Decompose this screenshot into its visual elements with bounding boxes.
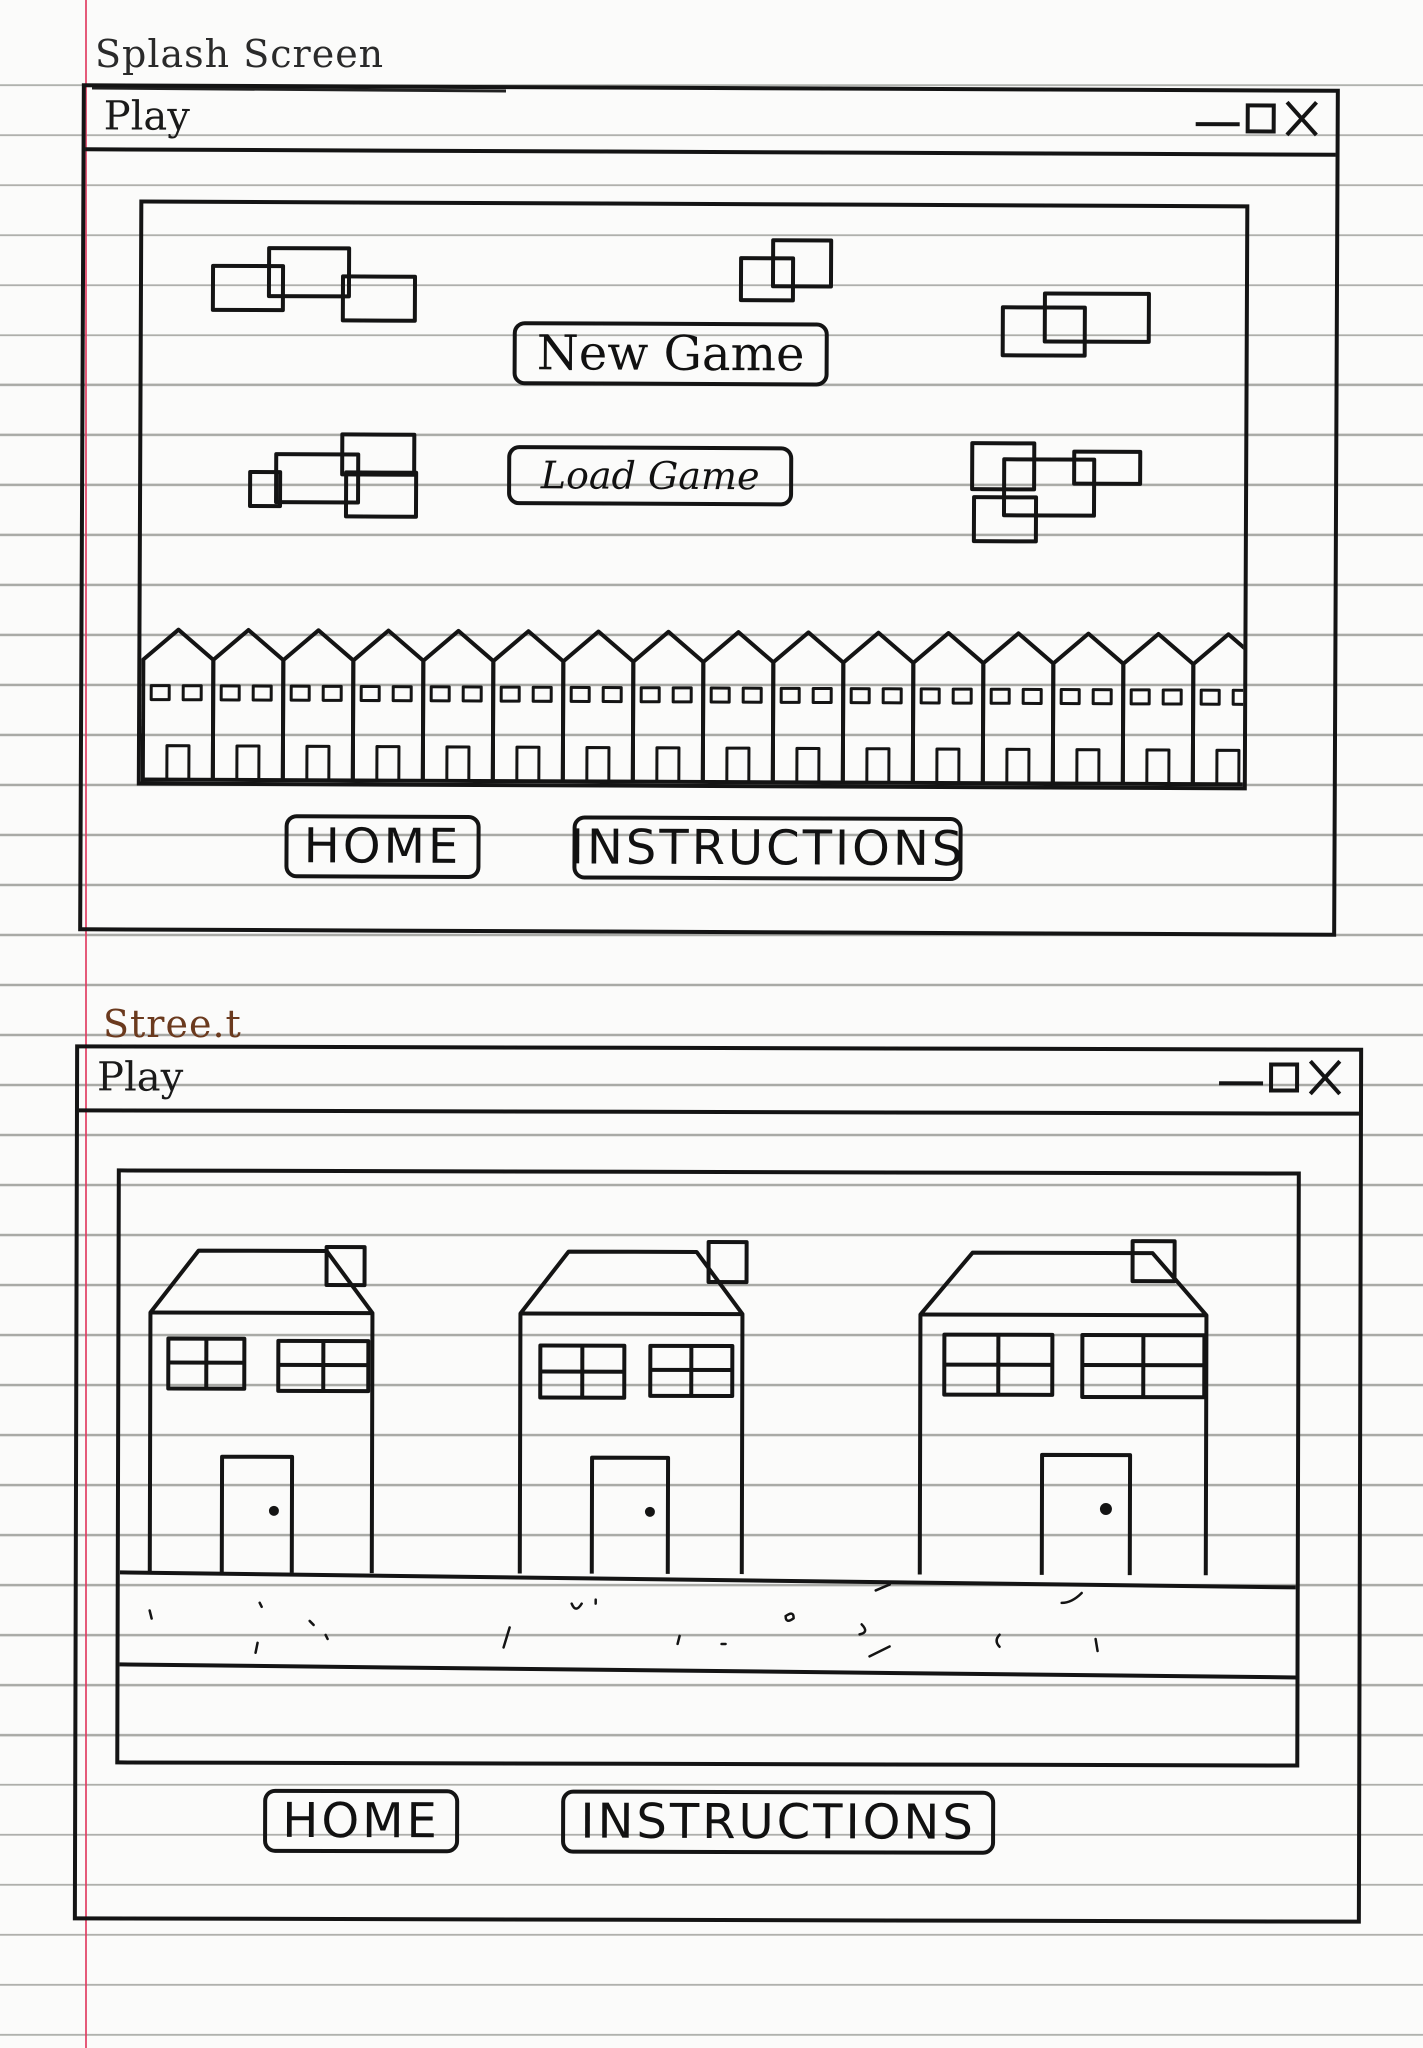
house-icon[interactable]: [517, 1239, 749, 1575]
house-icon: [280, 628, 356, 781]
home-button[interactable]: HOME: [284, 814, 481, 880]
home-button[interactable]: HOME: [263, 1788, 460, 1854]
house-icon: [910, 631, 986, 784]
cloud-icon: [248, 432, 419, 519]
house-icon: [350, 628, 426, 781]
house-icon: [770, 630, 846, 783]
cloud-icon: [210, 246, 418, 323]
maximize-icon[interactable]: [1245, 103, 1276, 134]
splash-canvas: New Game Load Game: [136, 199, 1250, 791]
house-icon: [1120, 631, 1196, 785]
house-icon: [630, 629, 706, 782]
house-row-baseline: [140, 777, 1250, 787]
instructions-button[interactable]: INSTRUCTIONS: [570, 815, 965, 882]
house-icon[interactable]: [147, 1244, 375, 1574]
cloud-icon: [738, 238, 834, 303]
minimize-icon[interactable]: [1219, 1081, 1264, 1086]
house-icon: [560, 629, 636, 782]
splash-window: Play New Game Load Game HOME INSTRUCTION…: [78, 83, 1340, 937]
window-controls: [1219, 1057, 1345, 1097]
cloud-icon: [970, 441, 1143, 544]
minimize-icon[interactable]: [1195, 122, 1240, 127]
maximize-icon[interactable]: [1269, 1062, 1300, 1093]
window-controls: [1195, 98, 1322, 139]
sheet-title-street: Stree.t: [103, 1002, 242, 1046]
house-icon: [840, 630, 916, 783]
load-game-button[interactable]: Load Game: [507, 445, 794, 507]
road-bottom-edge: [119, 1662, 1301, 1680]
street-scene: [119, 1239, 1301, 1680]
road-top-edge: [119, 1570, 1301, 1590]
window-titlebar: Play: [85, 87, 1336, 157]
house-icon: [700, 630, 776, 783]
close-icon[interactable]: [1282, 98, 1322, 138]
house-icon: [980, 631, 1056, 784]
house-icon: [420, 628, 496, 782]
house-icon: [1190, 632, 1250, 785]
cloud-icon: [1000, 291, 1151, 358]
house-icon: [1050, 631, 1126, 784]
close-icon[interactable]: [1305, 1058, 1345, 1098]
window-title: Play: [103, 93, 190, 140]
house-icon: [140, 627, 216, 780]
window-title: Play: [97, 1054, 184, 1101]
house-icon: [490, 629, 566, 782]
road-texture-marks: [148, 1583, 1099, 1658]
window-titlebar: Play: [78, 1048, 1360, 1116]
house-icon[interactable]: [917, 1239, 1209, 1576]
street-window: Play HOME INSTRUCTIONS: [72, 1044, 1364, 1924]
house-row: [140, 627, 1250, 787]
street-canvas: [115, 1168, 1301, 1768]
instructions-button[interactable]: INSTRUCTIONS: [561, 1789, 996, 1855]
house-icon: [210, 627, 286, 781]
sheet-title-splash: Splash Screen: [95, 32, 385, 76]
new-game-button[interactable]: New Game: [512, 321, 829, 387]
